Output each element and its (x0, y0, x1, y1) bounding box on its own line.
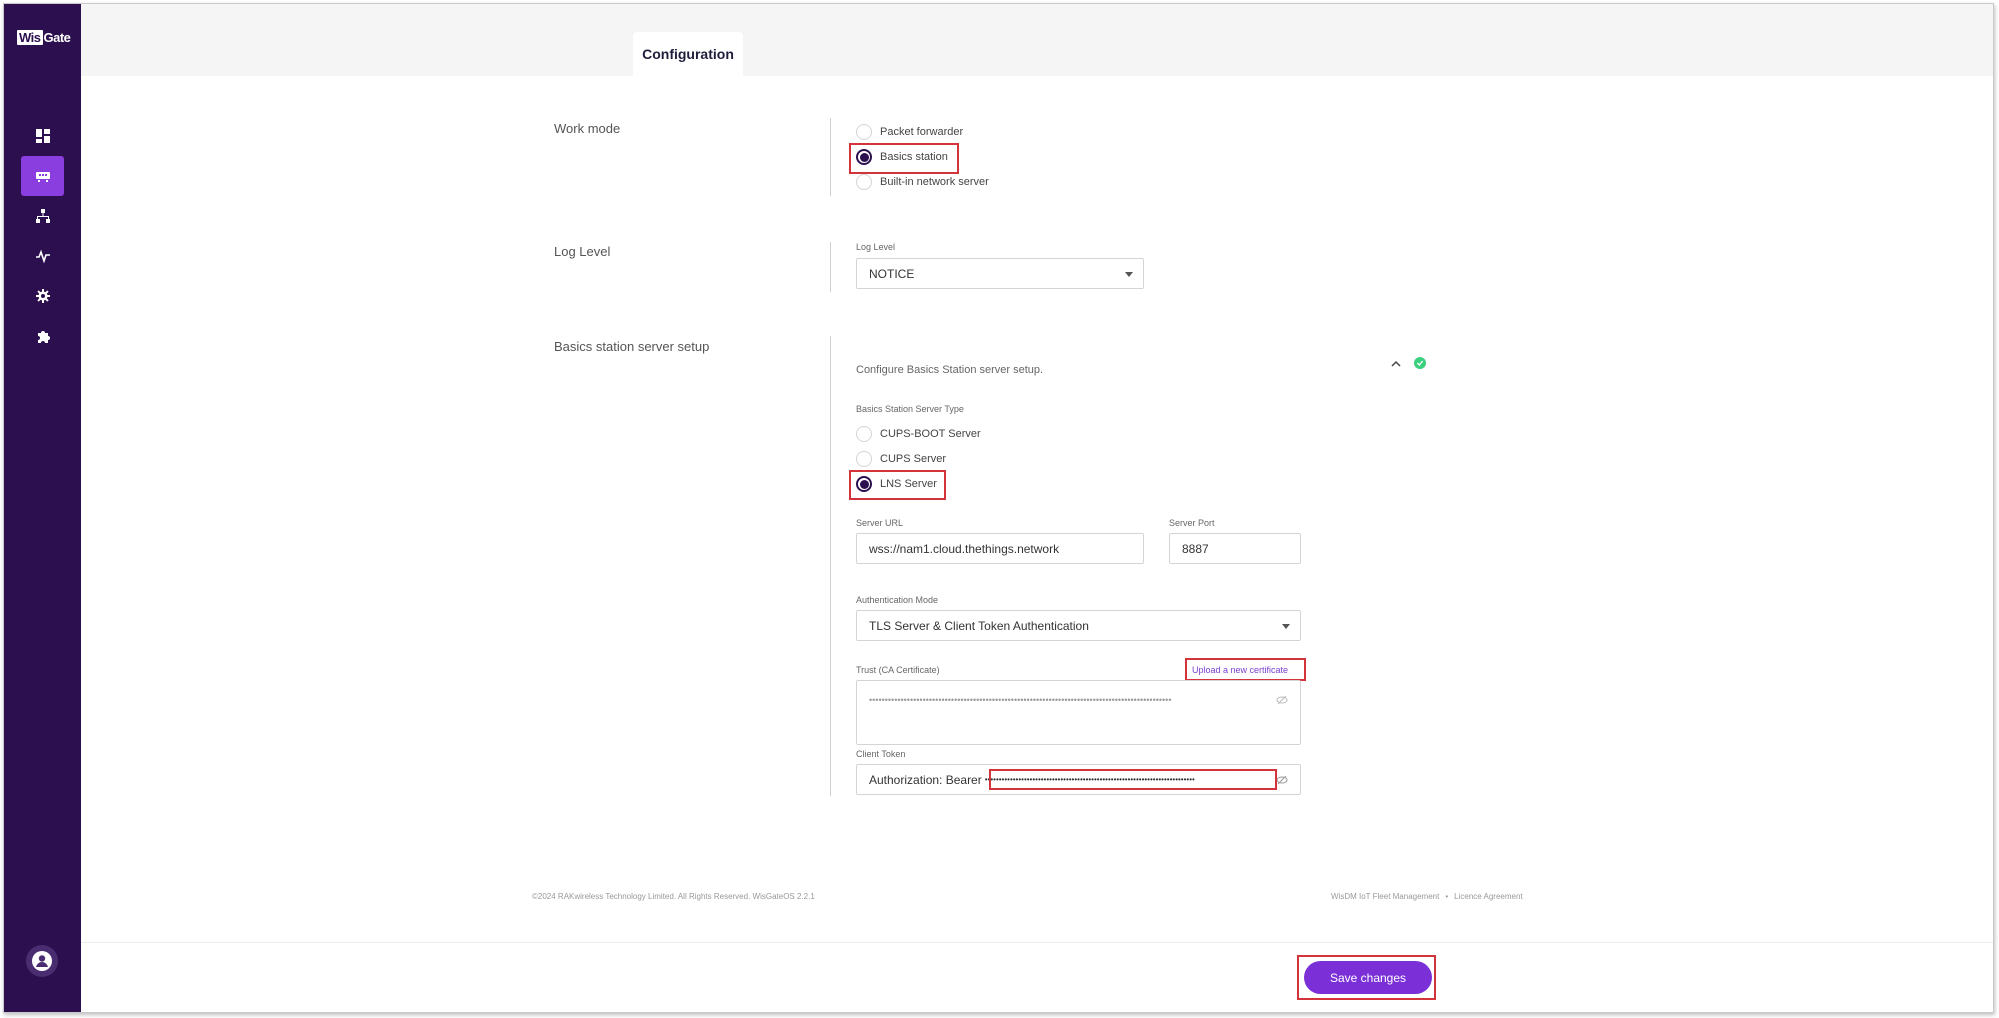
footer-link-licence[interactable]: Licence Agreement (1454, 892, 1523, 901)
user-avatar[interactable] (26, 945, 58, 977)
server-port-label: Server Port (1169, 518, 1215, 528)
log-level-section-label: Log Level (554, 244, 611, 259)
copyright: ©2024 RAKwireless Technology Limited. Al… (532, 892, 815, 901)
radio-button[interactable] (856, 174, 872, 190)
divider (830, 336, 831, 796)
gateway-icon (35, 172, 50, 182)
sidebar-item-lora[interactable] (21, 156, 64, 196)
radio-button[interactable] (856, 124, 872, 140)
server-url-label: Server URL (856, 518, 904, 528)
app-window: Wis Gate Configuration Work mode Packet f (3, 3, 1994, 1013)
network-tree-icon (35, 209, 50, 223)
chevron-down-icon (1125, 271, 1133, 277)
highlight-box (1185, 658, 1306, 681)
footer-links: WisDM IoT Fleet Management • Licence Agr… (1331, 892, 1523, 901)
highlight-box (989, 769, 1277, 790)
work-mode-option-packet-forwarder[interactable]: Packet forwarder (856, 124, 963, 140)
server-type-option-cups-boot[interactable]: CUPS-BOOT Server (856, 426, 981, 442)
sidebar: Wis Gate (4, 4, 81, 1012)
footer-separator: • (1445, 892, 1449, 901)
work-mode-option-built-in-network-server[interactable]: Built-in network server (856, 174, 989, 190)
highlight-box (849, 143, 959, 174)
gear-icon (35, 289, 50, 303)
trust-ca-label: Trust (CA Certificate) (856, 665, 940, 675)
bottom-bar-divider (81, 942, 1993, 943)
top-bar: Configuration (81, 4, 1993, 76)
divider (830, 118, 831, 196)
client-token-prefix: Authorization: Bearer (869, 772, 982, 787)
user-avatar-icon (32, 951, 52, 971)
sidebar-item-dashboard[interactable] (21, 116, 64, 156)
server-type-option-cups[interactable]: CUPS Server (856, 451, 946, 467)
auth-mode-label: Authentication Mode (856, 595, 939, 605)
log-level-field-label: Log Level (856, 242, 896, 252)
work-mode-label: Work mode (554, 121, 621, 136)
log-level-value: NOTICE (869, 266, 915, 281)
chevron-up-icon[interactable] (1390, 359, 1402, 369)
tab-configuration[interactable]: Configuration (633, 32, 743, 76)
check-circle-icon (1414, 357, 1426, 369)
highlight-box (849, 470, 946, 500)
trust-ca-textarea[interactable]: ••••••••••••••••••••••••••••••••••••••••… (856, 680, 1301, 745)
activity-icon (35, 249, 50, 263)
sidebar-item-extensions[interactable] (21, 316, 64, 356)
footer-link-fleet[interactable]: WisDM IoT Fleet Management (1331, 892, 1439, 901)
server-url-value: wss://nam1.cloud.thethings.network (869, 541, 1060, 556)
client-token-label: Client Token (856, 749, 906, 759)
divider (830, 242, 831, 292)
basics-station-section-label: Basics station server setup (554, 339, 710, 354)
puzzle-icon (37, 331, 50, 343)
radio-button[interactable] (856, 451, 872, 467)
basics-station-description: Configure Basics Station server setup. (856, 364, 1044, 376)
eye-off-icon[interactable] (1276, 775, 1288, 785)
sidebar-item-settings[interactable] (21, 276, 64, 316)
server-url-input[interactable]: wss://nam1.cloud.thethings.network (856, 533, 1144, 564)
auth-mode-value: TLS Server & Client Token Authentication (869, 618, 1089, 633)
trust-ca-masked-value: ••••••••••••••••••••••••••••••••••••••••… (869, 695, 1172, 705)
chevron-down-icon (1282, 623, 1290, 629)
highlight-box (1297, 955, 1436, 1000)
auth-mode-select[interactable]: TLS Server & Client Token Authentication (856, 610, 1301, 641)
sidebar-item-network[interactable] (21, 196, 64, 236)
server-type-label: Basics Station Server Type (856, 404, 964, 414)
dashboard-icon (35, 129, 50, 143)
logo: Wis Gate (17, 30, 71, 45)
log-level-select[interactable]: NOTICE (856, 258, 1144, 289)
server-port-input[interactable]: 8887 (1169, 533, 1301, 564)
radio-button[interactable] (856, 426, 872, 442)
server-port-value: 8887 (1182, 541, 1209, 556)
sidebar-item-diagnostics[interactable] (21, 236, 64, 276)
eye-off-icon[interactable] (1276, 695, 1288, 705)
